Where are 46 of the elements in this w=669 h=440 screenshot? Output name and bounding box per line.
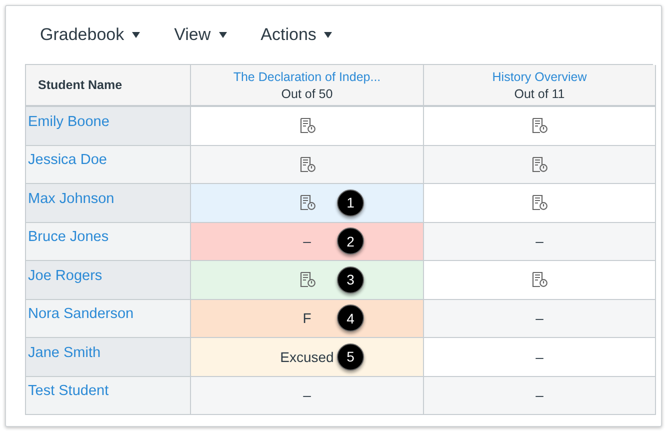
grade-text: Excused (280, 348, 334, 365)
document-clock-icon (298, 156, 316, 173)
grade-text: – (536, 348, 544, 365)
grade-text: – (303, 387, 311, 404)
grade-cell[interactable] (424, 184, 656, 222)
grade-text: – (536, 387, 544, 404)
grade-text: F (302, 310, 312, 326)
column-header: Student Name (26, 65, 191, 107)
menu-button[interactable]: Actions (260, 20, 332, 50)
document-clock-icon (298, 117, 316, 134)
grade-cell[interactable] (191, 107, 424, 146)
grade-cell[interactable]: Excused 5 (191, 338, 424, 376)
document-clock-icon (531, 271, 548, 288)
callout-badge: 2 (337, 228, 364, 255)
callout-badge: 5 (337, 343, 364, 370)
callout-badge: 4 (337, 304, 364, 332)
menu-button[interactable]: Gradebook (40, 20, 140, 50)
document-clock-icon (298, 271, 316, 288)
caret-icon (324, 32, 332, 38)
document-clock-icon (531, 117, 548, 134)
grade-text: – (536, 310, 544, 326)
grade-cell[interactable] (424, 261, 656, 300)
grade-cell[interactable] (191, 146, 424, 184)
grade-cell[interactable]: 3 (191, 261, 424, 300)
grade-cell[interactable]: – 2 (191, 222, 424, 261)
grade-cell[interactable]: – (424, 338, 656, 376)
grade-text: – (536, 233, 544, 250)
grade-cell[interactable]: – (191, 376, 424, 415)
document-clock-icon (298, 194, 316, 212)
grade-cell[interactable]: 1 (191, 184, 424, 222)
callout-badge: 1 (337, 189, 364, 216)
callout-badge: 3 (337, 266, 364, 294)
menu-button[interactable]: View (174, 20, 227, 50)
caret-icon (132, 32, 140, 38)
grade-cell[interactable]: – (424, 376, 656, 415)
grade-cell[interactable]: – (424, 300, 656, 338)
caret-icon (218, 32, 227, 38)
points-possible: Out of 11 (514, 86, 565, 100)
points-possible: Out of 50 (281, 86, 333, 100)
grade-text: – (303, 233, 311, 250)
grade-cell[interactable] (424, 146, 656, 184)
document-clock-icon (531, 156, 548, 173)
grade-cell[interactable]: F 4 (191, 300, 424, 338)
document-clock-icon (531, 194, 548, 212)
grade-cell[interactable]: – (424, 222, 656, 261)
grade-cell[interactable] (424, 107, 656, 146)
